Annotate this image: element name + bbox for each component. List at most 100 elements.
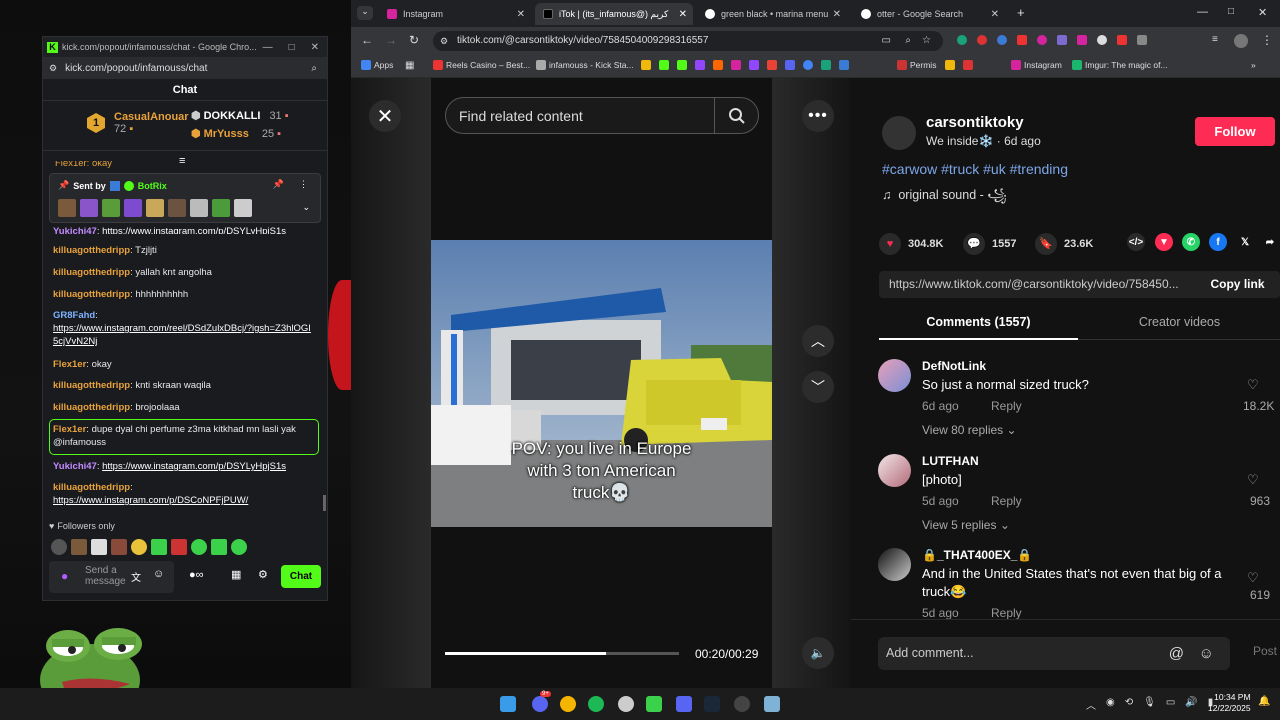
tab-otter[interactable]: otter - Google Search ✕ bbox=[853, 3, 1005, 25]
profile-avatar[interactable] bbox=[1234, 34, 1248, 48]
bookmark-icon[interactable] bbox=[963, 60, 973, 70]
emote[interactable] bbox=[151, 539, 167, 555]
whatsapp-icon[interactable]: ✆ bbox=[1182, 233, 1200, 251]
emote[interactable] bbox=[231, 539, 247, 555]
embed-icon[interactable]: </> bbox=[1127, 233, 1145, 251]
bookmark-icon[interactable] bbox=[821, 60, 831, 70]
kick-icon[interactable] bbox=[677, 60, 687, 70]
share-icon[interactable]: ➦ bbox=[1261, 233, 1279, 251]
emote[interactable] bbox=[91, 539, 107, 555]
more-bookmarks-icon[interactable]: » bbox=[1251, 60, 1256, 70]
taskbar-clock[interactable]: 10:34 PM 12/22/2025 bbox=[1208, 692, 1251, 714]
pinned-message[interactable]: 📌 Sent by BotRix 📌 ⋮ ⌄ bbox=[49, 173, 321, 223]
post-button[interactable]: Post bbox=[1253, 644, 1277, 658]
next-video-button[interactable]: ﹀ bbox=[802, 371, 834, 403]
extension-icon[interactable] bbox=[1017, 35, 1027, 45]
close-icon[interactable]: ✕ bbox=[1258, 6, 1267, 19]
extension-icon[interactable] bbox=[1057, 35, 1067, 45]
comment-like-icon[interactable]: ♡ bbox=[1247, 377, 1259, 393]
chat-username[interactable]: killuagotthedripp bbox=[53, 482, 130, 493]
facebook-icon[interactable]: f bbox=[1209, 233, 1227, 251]
discord-icon[interactable] bbox=[785, 60, 795, 70]
emote[interactable] bbox=[71, 539, 87, 555]
extension-icon[interactable] bbox=[1037, 35, 1047, 45]
minimize-icon[interactable]: — bbox=[263, 42, 273, 53]
tab-instagram[interactable]: Instagram ✕ bbox=[379, 3, 531, 25]
discord-tray-icon[interactable]: ◉ bbox=[1106, 697, 1115, 712]
zoom-icon[interactable]: ⌕ bbox=[311, 63, 317, 74]
extension-icon[interactable] bbox=[1077, 35, 1087, 45]
like-button[interactable]: ♥ 304.8K bbox=[879, 233, 943, 255]
bookmark-apps[interactable]: Apps bbox=[361, 60, 393, 70]
app-icon[interactable] bbox=[734, 696, 750, 712]
previous-video-button[interactable]: ︿ bbox=[802, 325, 834, 357]
forward-icon[interactable]: → bbox=[385, 33, 397, 47]
close-video-button[interactable]: ✕ bbox=[369, 100, 401, 132]
commenter-name[interactable]: 🔒_THAT400EX_🔒 bbox=[922, 548, 1032, 562]
pin-toggle-icon[interactable]: 📌 bbox=[273, 179, 284, 190]
leader-2[interactable]: ⬢ DOKKALLI 31 ▪ bbox=[191, 109, 289, 123]
bookmark-infamouss-kick[interactable]: infamouss - Kick Sta... bbox=[536, 60, 634, 70]
emote[interactable] bbox=[171, 539, 187, 555]
settings-icon[interactable]: ⚙ bbox=[258, 568, 268, 581]
author-avatar[interactable] bbox=[882, 116, 916, 150]
related-search-input[interactable]: Find related content bbox=[445, 97, 759, 134]
bookmark-icon[interactable] bbox=[803, 60, 813, 70]
tab-creator-videos[interactable]: Creator videos bbox=[1079, 306, 1280, 340]
bookmark-grid[interactable]: ▦ bbox=[405, 60, 414, 71]
collapse-icon[interactable]: ≡ bbox=[179, 155, 185, 167]
chat-username[interactable]: killuagotthedripp bbox=[53, 402, 130, 413]
chevron-up-icon[interactable]: ︿ bbox=[1086, 697, 1096, 712]
cast-icon[interactable]: ▭ bbox=[882, 31, 891, 51]
commenter-avatar[interactable] bbox=[878, 359, 911, 392]
copy-link-button[interactable]: Copy link bbox=[1195, 271, 1280, 298]
chat-username[interactable]: killuagotthedripp bbox=[53, 245, 130, 256]
close-tab-icon[interactable]: ✕ bbox=[991, 9, 999, 20]
video-player[interactable]: POV: you live in Europe with 3 ton Ameri… bbox=[431, 240, 772, 527]
bookmark-instagram[interactable]: Instagram bbox=[1011, 60, 1062, 70]
view-replies-button[interactable]: View 80 replies ⌄ bbox=[922, 423, 1017, 437]
obs-icon[interactable] bbox=[618, 696, 634, 712]
mic-tray-icon[interactable]: 🎙 bbox=[1143, 697, 1156, 712]
leader-1[interactable]: 1 CasualAnouar 72 ▪ bbox=[87, 111, 189, 135]
volume-icon[interactable]: 🔊 bbox=[1185, 697, 1197, 712]
video-progress-bar[interactable] bbox=[445, 652, 679, 655]
spotify-icon[interactable] bbox=[588, 696, 604, 712]
bookmark-imgur[interactable]: Imgur: The magic of... bbox=[1072, 60, 1168, 70]
chat-username[interactable]: Flex1er bbox=[53, 359, 86, 370]
chat-username[interactable]: GR8Fahd bbox=[53, 310, 95, 321]
repost-icon[interactable]: ▼ bbox=[1155, 233, 1173, 251]
leader-3[interactable]: ⬢ MrYusss 25 ▪ bbox=[191, 127, 281, 141]
back-icon[interactable]: ← bbox=[361, 33, 373, 47]
extension-icon[interactable] bbox=[997, 35, 1007, 45]
bookmark-icon[interactable] bbox=[713, 60, 723, 70]
extension-icon[interactable] bbox=[1097, 35, 1107, 45]
discord-icon[interactable] bbox=[532, 696, 548, 712]
bookmark-reels-casino[interactable]: Reels Casino – Best... bbox=[433, 60, 530, 70]
chat-username[interactable]: killuagotthedripp bbox=[53, 380, 130, 391]
network-icon[interactable]: ▭ bbox=[1166, 697, 1175, 712]
translate-icon[interactable]: 文 bbox=[131, 569, 141, 584]
chat-username[interactable]: killuagotthedripp bbox=[53, 267, 130, 278]
commenter-avatar[interactable] bbox=[878, 548, 911, 581]
extension-icon[interactable] bbox=[1117, 35, 1127, 45]
chat-link[interactable]: https://www.instagram.com/p/DSYLyHpjS1s bbox=[102, 226, 286, 234]
extension-icon[interactable] bbox=[977, 35, 987, 45]
hashtags[interactable]: #carwow #truck #uk #trending bbox=[882, 161, 1068, 177]
scrollbar[interactable] bbox=[323, 495, 326, 511]
menu-icon[interactable]: ⋮ bbox=[1261, 33, 1273, 47]
emoji-icon[interactable]: ☺ bbox=[153, 568, 164, 580]
sync-tray-icon[interactable]: ⟲ bbox=[1125, 697, 1133, 712]
kick-urlbar[interactable]: ⚙ kick.com/popout/infamouss/chat ⌕ bbox=[43, 57, 327, 79]
steam-icon[interactable] bbox=[704, 696, 720, 712]
extensions-puzzle-icon[interactable] bbox=[1137, 35, 1147, 45]
zoom-icon[interactable]: ⌕ bbox=[905, 31, 911, 51]
chat-input[interactable]: ● Send a message 文 ☺ bbox=[49, 561, 174, 593]
close-tab-icon[interactable]: ✕ bbox=[517, 9, 525, 20]
notifications-icon[interactable]: 🔔 bbox=[1258, 696, 1270, 707]
kick-icon[interactable] bbox=[659, 60, 669, 70]
close-tab-icon[interactable]: ✕ bbox=[833, 9, 841, 20]
site-info-icon[interactable]: ⚙ bbox=[440, 31, 448, 51]
bookmark-icon[interactable] bbox=[945, 60, 955, 70]
gmail-icon[interactable] bbox=[767, 60, 777, 70]
